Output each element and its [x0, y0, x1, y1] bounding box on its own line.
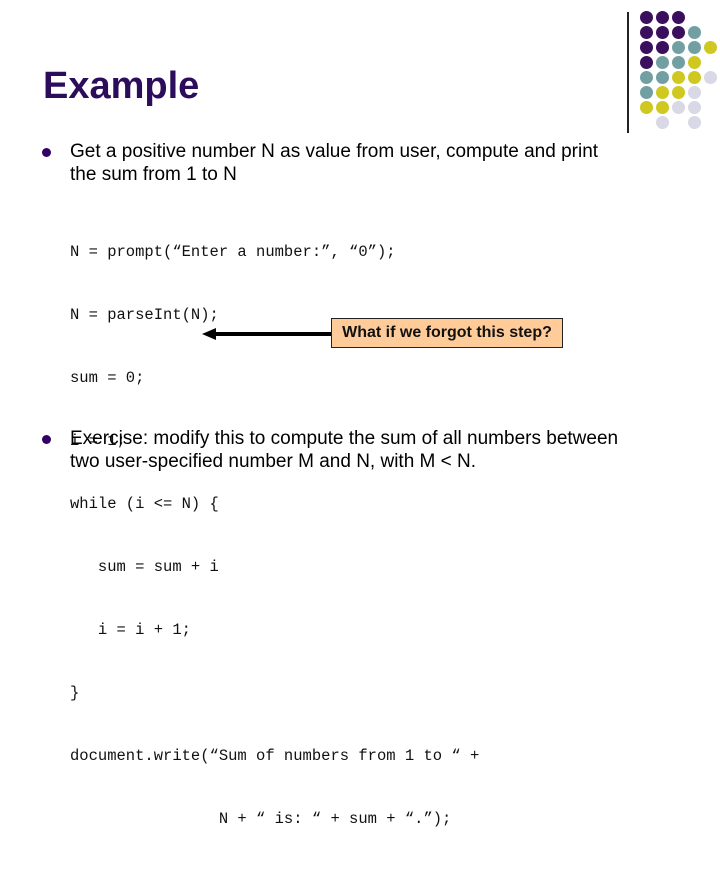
- arrow-left-icon: [202, 328, 331, 340]
- decorative-dot: [672, 11, 685, 24]
- bullet-line: Get a positive number N as value from us…: [70, 141, 599, 162]
- bullet-dot-icon: [42, 148, 51, 157]
- code-line: }: [70, 684, 80, 702]
- code-line: while (i <= N) {: [70, 495, 219, 513]
- decorative-dot: [688, 26, 701, 39]
- decorative-dot: [672, 71, 685, 84]
- bullet-text: Get a positive number N as value from us…: [70, 140, 710, 186]
- code-line: i = i + 1;: [70, 621, 191, 639]
- decorative-dot: [672, 56, 685, 69]
- decorative-dot: [640, 86, 653, 99]
- decorative-dot: [688, 101, 701, 114]
- callout-box: What if we forgot this step?: [331, 318, 563, 348]
- code-line: N + “ is: “ + sum + “.”);: [70, 810, 452, 828]
- decorative-dot: [704, 71, 717, 84]
- decorative-dot: [656, 116, 669, 129]
- decorative-dot: [688, 116, 701, 129]
- decorative-dot: [688, 41, 701, 54]
- code-line: N = prompt(“Enter a number:”, “0”);: [70, 243, 396, 261]
- decorative-dot: [656, 56, 669, 69]
- bullet-line: the sum from 1 to N: [70, 164, 237, 185]
- decorative-dot: [672, 26, 685, 39]
- bullet-text: Exercise: modify this to compute the sum…: [70, 427, 710, 473]
- bullet-line: Exercise: modify this to compute the sum…: [70, 428, 619, 449]
- decorative-dot: [656, 11, 669, 24]
- decorative-dot: [672, 41, 685, 54]
- decorative-dot: [656, 71, 669, 84]
- decorative-dot: [656, 86, 669, 99]
- decorative-dot: [688, 71, 701, 84]
- decorative-dot: [656, 101, 669, 114]
- decorative-dot: [704, 41, 717, 54]
- decorative-dot: [640, 11, 653, 24]
- slide-title: Example: [43, 65, 200, 107]
- decorative-dot: [640, 26, 653, 39]
- decorative-dot: [640, 71, 653, 84]
- decorative-dot: [688, 56, 701, 69]
- code-line: sum = 0;: [70, 369, 145, 387]
- decorative-dot: [672, 101, 685, 114]
- decorative-vertical-line: [627, 12, 629, 133]
- code-line: document.write(“Sum of numbers from 1 to…: [70, 747, 480, 765]
- decorative-dot: [672, 86, 685, 99]
- decorative-dot: [640, 101, 653, 114]
- decorative-dot: [640, 41, 653, 54]
- decorative-dot: [656, 26, 669, 39]
- bullet-line: two user-specified number M and N, with …: [70, 451, 477, 472]
- decorative-dot: [656, 41, 669, 54]
- code-block: N = prompt(“Enter a number:”, “0”); N = …: [70, 200, 479, 872]
- decorative-dot: [640, 56, 653, 69]
- decorative-dot: [688, 86, 701, 99]
- code-line: sum = sum + i: [70, 558, 219, 576]
- bullet-dot-icon: [42, 435, 51, 444]
